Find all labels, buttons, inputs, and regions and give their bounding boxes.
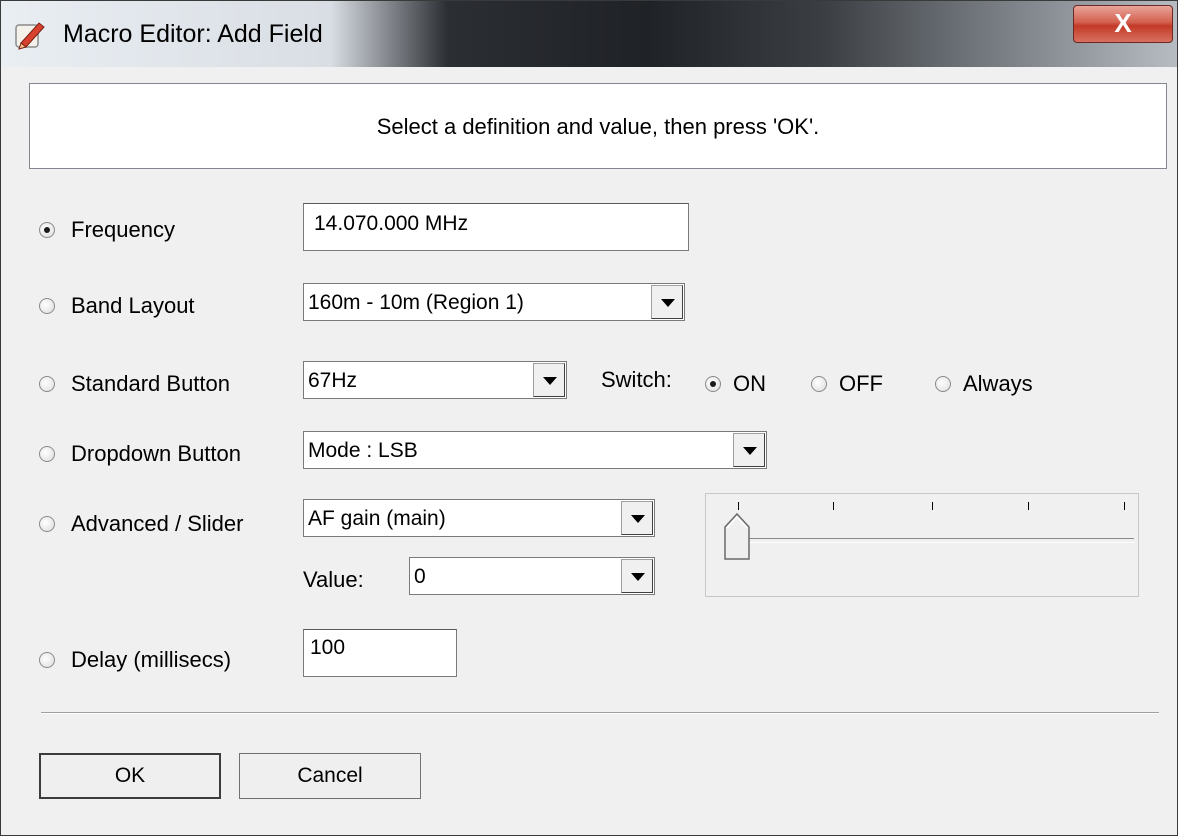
value-label: Value: [303,567,364,592]
band-layout-value: 160m - 10m (Region 1) [308,291,524,314]
standard-button-label: Standard Button [71,371,231,396]
macro-editor-icon [15,22,45,50]
frequency-field[interactable]: 14.070.000 MHz [303,203,689,251]
cancel-button[interactable]: Cancel [239,753,421,799]
slider-tick [1124,502,1125,510]
value-value: 0 [414,565,426,588]
switch-always-radio[interactable] [935,376,951,392]
value-dropdown-button[interactable] [621,559,653,593]
advanced-slider-value: AF gain (main) [308,507,446,530]
slider-track [746,538,1134,543]
band-layout-label: Band Layout [71,293,195,318]
frequency-option[interactable]: Frequency [39,217,175,243]
window-title: Macro Editor: Add Field [63,20,323,48]
dialog-client-area: Select a definition and value, then pres… [11,67,1169,827]
standard-button-value: 67Hz [308,369,358,392]
advanced-slider-label: Advanced / Slider [71,511,244,536]
slider-tick [1028,502,1029,510]
dropdown-button-value: Mode : LSB [308,439,418,462]
dropdown-button-radio[interactable] [39,446,55,462]
standard-button-dropdown[interactable]: 67Hz [303,361,567,399]
title-bar[interactable]: Macro Editor: Add Field X [1,1,1177,67]
dropdown-button-label: Dropdown Button [71,441,241,466]
separator [41,712,1159,714]
switch-always-label: Always [963,371,1033,396]
ok-button[interactable]: OK [39,753,221,799]
dropdown-button-option[interactable]: Dropdown Button [39,441,241,467]
chevron-down-icon [743,447,757,455]
band-layout-dropdown-button[interactable] [651,285,683,319]
value-slider[interactable] [705,493,1139,597]
switch-off-label: OFF [839,371,883,396]
dropdown-button-dropdown[interactable]: Mode : LSB [303,431,767,469]
switch-on-label: ON [733,371,766,396]
switch-on-option[interactable]: ON [705,371,766,397]
advanced-slider-option[interactable]: Advanced / Slider [39,511,243,537]
switch-off-option[interactable]: OFF [811,371,883,397]
band-layout-option[interactable]: Band Layout [39,293,195,319]
chevron-down-icon [543,377,557,385]
advanced-slider-dropdown[interactable]: AF gain (main) [303,499,655,537]
instruction-text: Select a definition and value, then pres… [376,114,820,139]
frequency-label: Frequency [71,217,175,242]
switch-label: Switch: [601,367,672,392]
chevron-down-icon [661,299,675,307]
value-dropdown[interactable]: 0 [409,557,655,595]
slider-tick [738,502,739,510]
slider-thumb[interactable] [724,512,750,560]
slider-tick [932,502,933,510]
delay-label: Delay (millisecs) [71,647,232,672]
standard-button-option[interactable]: Standard Button [39,371,230,397]
delay-option[interactable]: Delay (millisecs) [39,647,231,673]
standard-button-radio[interactable] [39,376,55,392]
chevron-down-icon [631,573,645,581]
dropdown-button-dropdown-button[interactable] [733,433,765,467]
band-layout-radio[interactable] [39,298,55,314]
delay-radio[interactable] [39,652,55,668]
chevron-down-icon [631,515,645,523]
switch-off-radio[interactable] [811,376,827,392]
close-button[interactable]: X [1073,5,1173,43]
advanced-slider-dropdown-button[interactable] [621,501,653,535]
band-layout-dropdown[interactable]: 160m - 10m (Region 1) [303,283,685,321]
slider-tick [833,502,834,510]
delay-field[interactable]: 100 [303,629,457,677]
frequency-radio[interactable] [39,222,55,238]
switch-always-option[interactable]: Always [935,371,1033,397]
instruction-panel: Select a definition and value, then pres… [29,83,1167,169]
standard-button-dropdown-button[interactable] [533,363,565,397]
switch-on-radio[interactable] [705,376,721,392]
advanced-slider-radio[interactable] [39,516,55,532]
macro-editor-dialog: Macro Editor: Add Field X Select a defin… [0,0,1178,836]
